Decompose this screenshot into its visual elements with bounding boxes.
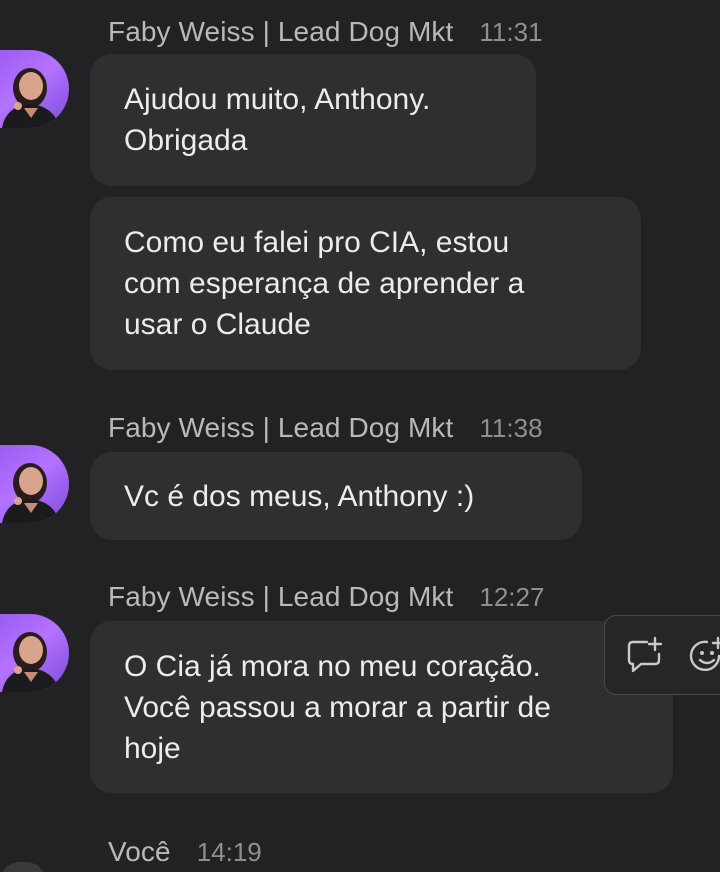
own-avatar[interactable] — [0, 862, 46, 872]
message-header: Faby Weiss | Lead Dog Mkt 11:31 — [108, 16, 543, 48]
message-time: 11:38 — [479, 413, 543, 443]
sender-name[interactable]: Faby Weiss | Lead Dog Mkt — [108, 581, 453, 613]
sender-name[interactable]: Faby Weiss | Lead Dog Mkt — [108, 412, 453, 444]
message-bubble[interactable]: O Cia já mora no meu coração. Você passo… — [90, 621, 673, 793]
message-bubble[interactable]: Como eu falei pro CIA, estou com esperan… — [90, 197, 641, 370]
reply-thread-icon[interactable] — [623, 634, 667, 678]
message-actions-toolbar — [604, 615, 720, 695]
sender-name[interactable]: Faby Weiss | Lead Dog Mkt — [108, 16, 453, 48]
add-reaction-icon[interactable] — [685, 634, 720, 678]
message-time: 14:19 — [196, 837, 262, 867]
message-bubble[interactable]: Vc é dos meus, Anthony :) — [90, 452, 582, 540]
message-header: Você 14:19 — [108, 836, 262, 868]
avatar-photo-icon — [2, 68, 60, 128]
avatar-photo-icon — [2, 463, 60, 523]
message-time: 12:27 — [479, 582, 545, 612]
avatar-photo-icon — [2, 632, 60, 692]
message-header: Faby Weiss | Lead Dog Mkt 11:38 — [108, 412, 543, 444]
message-time: 11:31 — [479, 17, 543, 47]
sender-avatar[interactable] — [0, 614, 69, 692]
sender-name: Você — [108, 836, 171, 867]
chat-conversation: Faby Weiss | Lead Dog Mkt 11:31 Ajudou m… — [0, 0, 720, 872]
message-bubble[interactable]: Ajudou muito, Anthony. Obrigada — [90, 54, 536, 186]
sender-avatar[interactable] — [0, 50, 69, 128]
sender-avatar[interactable] — [0, 445, 69, 523]
message-header: Faby Weiss | Lead Dog Mkt 12:27 — [108, 581, 544, 613]
